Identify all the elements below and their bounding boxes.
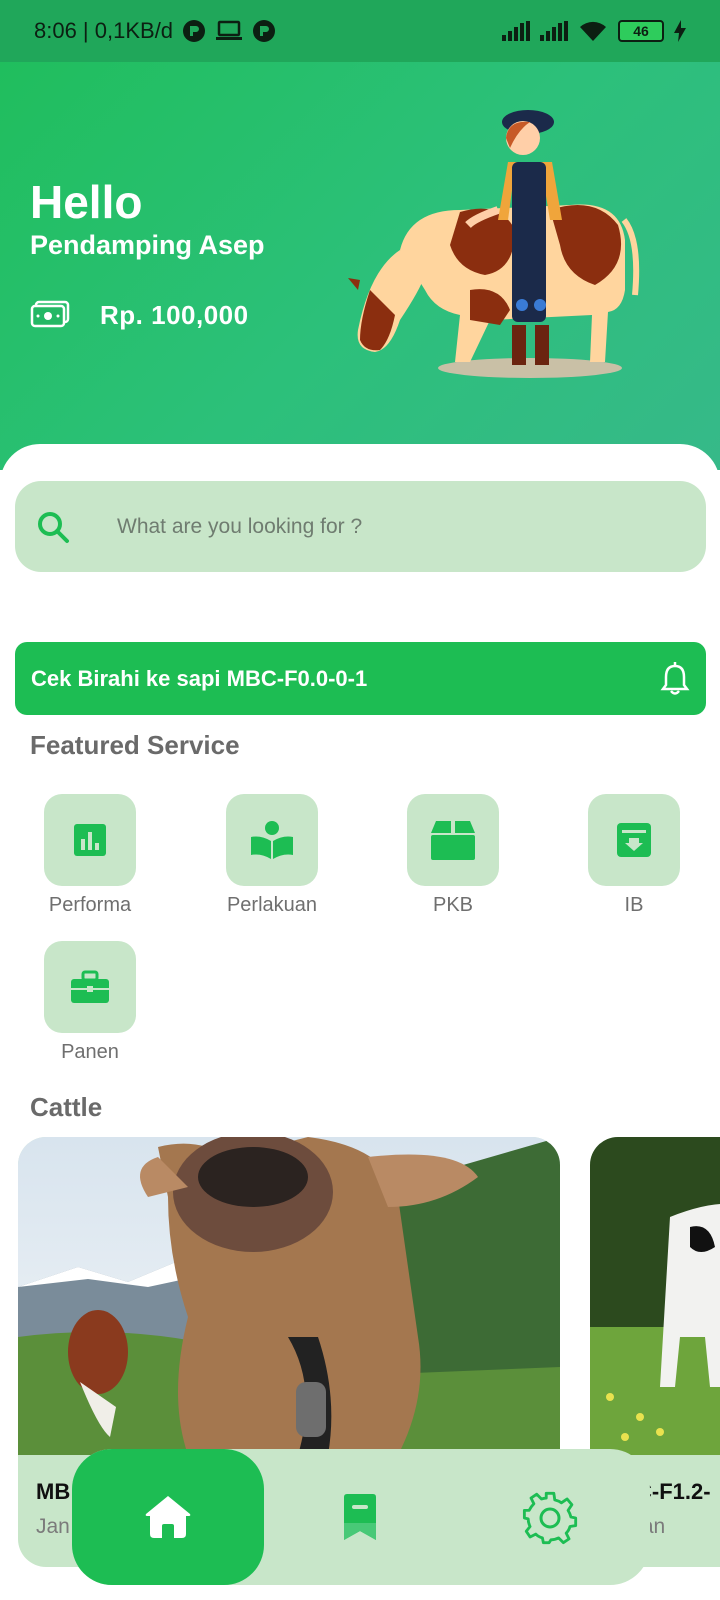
service-pkb[interactable]: PKB [393,794,513,917]
cattle-card-title: MB [36,1479,71,1504]
service-ib[interactable]: IB [574,794,694,917]
signal-icon-2 [540,21,568,41]
service-label: Perlakuan [226,894,318,916]
user-name: Pendamping Asep [30,230,265,260]
chart-icon [74,824,106,856]
service-label: PKB [432,894,474,916]
archive-icon [617,823,651,857]
status-bar: 8:06 | 0,1KB/d 46 [0,0,720,62]
service-tile[interactable] [44,794,136,886]
service-label: IB [624,894,644,916]
notification-banner[interactable]: Cek Birahi ke sapi MBC-F0.0-0-1 [15,642,706,715]
box-icon [431,821,475,860]
laptop-icon [216,20,243,40]
greeting-title: Hello [30,176,143,228]
bell-icon[interactable] [660,661,690,697]
service-tile[interactable] [226,794,318,886]
featured-service-title: Featured Service [30,730,240,760]
battery-icon: 46 [618,20,664,42]
nav-settings-button[interactable] [520,1487,580,1547]
service-performa[interactable]: Performa [30,794,150,917]
nav-bookmark-button[interactable] [330,1487,390,1547]
nav-home-button[interactable] [72,1449,264,1585]
service-label: Panen [61,1041,119,1063]
search-icon [38,511,69,543]
cattle-photo [18,1137,560,1455]
charging-icon [674,20,686,42]
notification-text: Cek Birahi ke sapi MBC-F0.0-0-1 [31,665,368,691]
service-perlakuan[interactable]: Perlakuan [212,794,332,917]
service-tile[interactable] [407,794,499,886]
service-label: Performa [48,894,132,916]
reading-person-icon [251,821,293,859]
search-input[interactable] [117,514,637,539]
app-notification-icon-2 [253,20,276,42]
balance-amount: Rp. 100,000 [100,300,249,330]
farmer-cow-illustration [348,110,640,378]
service-tile[interactable] [588,794,680,886]
cattle-photo [590,1137,720,1455]
search-bar[interactable] [15,481,706,572]
signal-icon [502,21,530,41]
cattle-title: Cattle [30,1092,103,1122]
money-icon [30,300,70,328]
bookmark-icon [344,1494,376,1540]
wifi-icon [580,21,606,41]
app-notification-icon [183,20,206,42]
gear-icon [522,1491,578,1545]
cattle-card-subtitle: Jan [36,1515,70,1538]
briefcase-icon [71,970,109,1003]
service-tile[interactable] [44,941,136,1033]
status-time: 8:06 | 0,1KB/d [34,18,174,43]
home-icon [145,1496,191,1538]
service-panen[interactable]: Panen [30,941,150,1064]
